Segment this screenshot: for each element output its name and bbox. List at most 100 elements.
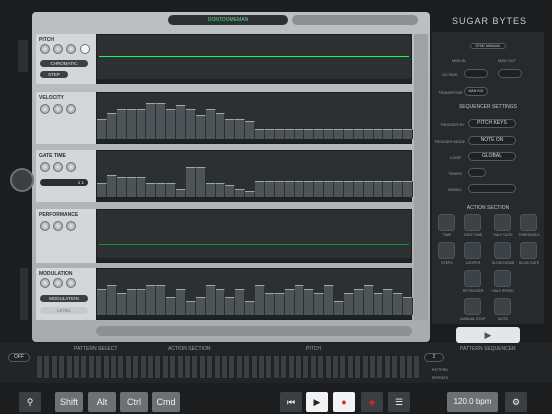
step-bar[interactable] xyxy=(324,129,334,139)
pad-key[interactable] xyxy=(95,355,103,379)
step-bar[interactable] xyxy=(215,289,226,315)
step-bar[interactable] xyxy=(136,177,147,197)
pad-key[interactable] xyxy=(110,355,117,379)
step-bar[interactable] xyxy=(363,129,374,139)
cubasis-logo-icon[interactable]: ◈ xyxy=(361,392,383,412)
step-bar[interactable] xyxy=(126,109,137,139)
octave-out-field[interactable] xyxy=(498,69,522,78)
pad-key[interactable] xyxy=(50,355,58,379)
step-bar[interactable] xyxy=(304,289,315,315)
pitch-knob-2[interactable] xyxy=(53,44,63,54)
pad-key[interactable] xyxy=(309,355,317,379)
step-bar[interactable] xyxy=(264,181,275,197)
step-bar[interactable] xyxy=(255,129,265,139)
step-bar[interactable] xyxy=(106,285,117,315)
pad-key[interactable] xyxy=(176,355,184,379)
pad-key[interactable] xyxy=(265,355,273,379)
lane-side-scrollbar[interactable] xyxy=(414,34,428,320)
pad-key[interactable] xyxy=(272,355,280,379)
loop-field[interactable]: GLOBAL xyxy=(468,152,516,161)
step-bar[interactable] xyxy=(284,289,295,315)
pad-key[interactable] xyxy=(117,355,125,379)
step-bar[interactable] xyxy=(176,189,186,197)
pad-key[interactable] xyxy=(184,355,191,379)
action-gate-time-button[interactable] xyxy=(464,214,481,231)
step-bar[interactable] xyxy=(225,297,236,315)
step-bar[interactable] xyxy=(245,301,255,315)
pad-key[interactable] xyxy=(139,355,147,379)
pad-key[interactable] xyxy=(346,355,354,379)
step-bar[interactable] xyxy=(126,289,137,315)
pad-key[interactable] xyxy=(80,355,88,379)
pad-key[interactable] xyxy=(258,355,265,379)
pad-key[interactable] xyxy=(250,355,258,379)
step-button[interactable]: STEP xyxy=(40,71,68,78)
step-bar[interactable] xyxy=(215,113,226,139)
step-bar[interactable] xyxy=(393,181,404,197)
step-bar[interactable] xyxy=(245,121,255,139)
pad-key[interactable] xyxy=(198,355,206,379)
master-knob[interactable] xyxy=(10,168,34,192)
gate-grid[interactable] xyxy=(96,150,413,202)
step-bar[interactable] xyxy=(393,293,404,315)
step-bar[interactable] xyxy=(255,285,265,315)
step-bar[interactable] xyxy=(156,285,167,315)
step-bar[interactable] xyxy=(304,129,315,139)
step-bar[interactable] xyxy=(373,181,384,197)
step-bar[interactable] xyxy=(264,293,275,315)
pad-key[interactable] xyxy=(124,355,132,379)
pad-key[interactable] xyxy=(228,355,236,379)
mod-knob-1[interactable] xyxy=(40,278,50,288)
step-bar[interactable] xyxy=(225,119,236,139)
pad-key[interactable] xyxy=(361,355,369,379)
velocity-knob-1[interactable] xyxy=(40,104,50,114)
step-bar[interactable] xyxy=(136,289,147,315)
pad-key[interactable] xyxy=(302,355,310,379)
pad-key[interactable] xyxy=(383,355,391,379)
pitch-knob-3[interactable] xyxy=(66,44,76,54)
step-bar[interactable] xyxy=(304,181,315,197)
pad-key[interactable] xyxy=(317,355,325,379)
pad-key[interactable] xyxy=(235,355,243,379)
pad-key[interactable] xyxy=(243,355,251,379)
step-bar[interactable] xyxy=(324,285,334,315)
step-bar[interactable] xyxy=(383,181,394,197)
pad-key[interactable] xyxy=(147,355,154,379)
step-bar[interactable] xyxy=(353,181,364,197)
step-bar[interactable] xyxy=(334,129,344,139)
step-bar[interactable] xyxy=(245,191,255,197)
pad-key[interactable] xyxy=(295,355,302,379)
pad-key[interactable] xyxy=(154,355,162,379)
step-bar[interactable] xyxy=(274,181,285,197)
step-bar[interactable] xyxy=(195,115,206,139)
trigger-by-field[interactable]: PITCH KEYS xyxy=(468,119,516,128)
pad-key[interactable] xyxy=(324,355,332,379)
step-bar[interactable] xyxy=(235,289,246,315)
step-bar[interactable] xyxy=(383,289,394,315)
pattern-number-field[interactable]: 2 xyxy=(424,353,444,362)
off-toggle[interactable]: OFF xyxy=(8,353,30,362)
step-bar[interactable] xyxy=(373,293,384,315)
pad-key[interactable] xyxy=(206,355,214,379)
step-bar[interactable] xyxy=(116,177,127,197)
step-bar[interactable] xyxy=(156,103,167,139)
performance-knob-3[interactable] xyxy=(66,221,76,231)
preset-secondary[interactable] xyxy=(292,15,418,25)
pad-key[interactable] xyxy=(213,355,221,379)
pad-key[interactable] xyxy=(191,355,199,379)
action-retrigger-button[interactable] xyxy=(464,270,481,287)
step-bar[interactable] xyxy=(343,129,354,139)
pad-key[interactable] xyxy=(354,355,362,379)
modulation-grid[interactable] xyxy=(96,268,413,320)
trigger-mode-field[interactable]: NOTE ON xyxy=(468,136,516,145)
audiobus-icon[interactable]: ☰ xyxy=(388,392,410,412)
step-bar[interactable] xyxy=(136,109,147,139)
step-bar[interactable] xyxy=(146,285,157,315)
step-bar[interactable] xyxy=(215,183,226,197)
step-bar[interactable] xyxy=(403,181,413,197)
ctrl-key[interactable]: Ctrl xyxy=(120,392,148,412)
step-bar[interactable] xyxy=(156,183,167,197)
action-mute-button[interactable] xyxy=(494,298,511,315)
step-bar[interactable] xyxy=(314,293,325,315)
octave-field[interactable] xyxy=(464,69,488,78)
